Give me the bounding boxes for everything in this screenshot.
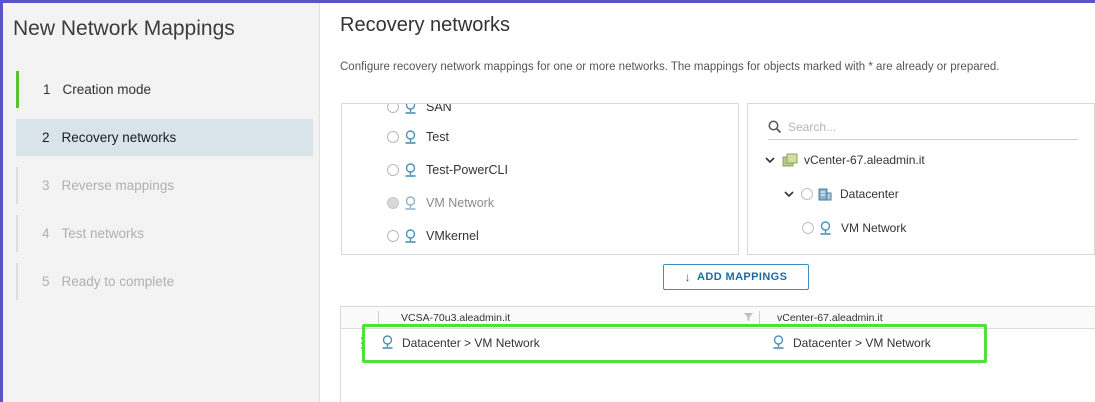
network-label: VM Network bbox=[426, 196, 495, 210]
source-network-list[interactable]: SAN Test Test-PowerCLI VM Network VMkern… bbox=[341, 103, 739, 255]
step-creation-mode[interactable]: 1 Creation mode bbox=[16, 71, 313, 108]
network-icon bbox=[405, 162, 416, 177]
network-label: Test-PowerCLI bbox=[426, 163, 508, 177]
column-separator bbox=[378, 311, 379, 325]
datacenter-label: Datacenter bbox=[840, 187, 899, 201]
arrow-down-icon: ↓ bbox=[684, 270, 692, 284]
step-label: Reverse mappings bbox=[61, 178, 175, 193]
step-number: 5 bbox=[42, 274, 50, 289]
main-content: Recovery networks Configure recovery net… bbox=[321, 3, 1095, 402]
step-label: Ready to complete bbox=[61, 274, 175, 289]
column-header-target[interactable]: vCenter-67.aleadmin.it bbox=[777, 312, 883, 324]
tree-node-vm-network[interactable]: VM Network bbox=[802, 218, 906, 238]
step-label: Creation mode bbox=[62, 82, 152, 97]
page-title: Recovery networks bbox=[340, 14, 511, 36]
network-icon bbox=[405, 228, 416, 243]
network-icon bbox=[405, 195, 416, 210]
step-label: Test networks bbox=[61, 226, 145, 241]
network-icon bbox=[820, 220, 831, 235]
step-recovery-networks[interactable]: 2 Recovery networks bbox=[16, 119, 313, 156]
column-header-source[interactable]: VCSA-70u3.aleadmin.it bbox=[401, 312, 510, 324]
wizard-sidebar: New Network Mappings 1 Creation mode 2 R… bbox=[3, 3, 320, 402]
network-label: SAN bbox=[426, 103, 452, 114]
cell-source-network: Datacenter > VM Network bbox=[381, 335, 540, 350]
vcenter-icon bbox=[782, 153, 798, 167]
network-label: VM Network bbox=[841, 221, 907, 235]
add-mappings-label: ADD MAPPINGS bbox=[697, 271, 788, 283]
step-number: 2 bbox=[42, 130, 50, 145]
network-icon bbox=[773, 335, 784, 349]
table-row[interactable]: Datacenter > VM Network Datacenter > VM … bbox=[341, 330, 1095, 356]
vcenter-label: vCenter-67.aleadmin.it bbox=[804, 153, 925, 167]
network-icon bbox=[382, 335, 393, 349]
network-option-vm-network[interactable]: VM Network bbox=[387, 193, 494, 213]
step-test-networks: 4 Test networks bbox=[16, 215, 313, 252]
step-number: 3 bbox=[42, 178, 50, 193]
radio-button[interactable] bbox=[801, 188, 813, 200]
network-icon bbox=[405, 129, 416, 144]
network-label: Test bbox=[426, 130, 449, 144]
step-label: Recovery networks bbox=[61, 130, 177, 145]
mapping-grid: VCSA-70u3.aleadmin.it vCenter-67.aleadmi… bbox=[340, 306, 1095, 402]
network-label: VMkernel bbox=[426, 229, 479, 243]
radio-button[interactable] bbox=[387, 164, 399, 176]
radio-button[interactable] bbox=[387, 131, 399, 143]
cell-target-network: Datacenter > VM Network bbox=[772, 335, 931, 350]
chevron-down-icon[interactable] bbox=[783, 188, 795, 200]
grid-header: VCSA-70u3.aleadmin.it vCenter-67.aleadmi… bbox=[341, 307, 1095, 329]
step-number: 1 bbox=[43, 82, 51, 97]
add-mappings-button[interactable]: ↓ ADD MAPPINGS bbox=[663, 264, 809, 290]
wizard-title: New Network Mappings bbox=[13, 17, 235, 40]
drag-handle-icon[interactable] bbox=[360, 336, 364, 350]
search-icon bbox=[768, 120, 782, 133]
search-input[interactable]: Search... bbox=[768, 114, 1078, 140]
radio-button[interactable] bbox=[387, 104, 399, 113]
filter-icon[interactable] bbox=[744, 312, 753, 321]
network-icon bbox=[405, 104, 416, 114]
target-network-tree: Search... vCenter-67.aleadmin.it Datacen… bbox=[747, 103, 1095, 255]
radio-button[interactable] bbox=[802, 222, 814, 234]
cell-text: Datacenter > VM Network bbox=[402, 335, 540, 350]
search-placeholder: Search... bbox=[788, 119, 837, 134]
page-description: Configure recovery network mappings for … bbox=[340, 61, 1000, 73]
radio-button[interactable] bbox=[387, 197, 399, 209]
tree-node-datacenter[interactable]: Datacenter bbox=[783, 184, 899, 204]
step-ready-to-complete: 5 Ready to complete bbox=[16, 263, 313, 300]
cell-text: Datacenter > VM Network bbox=[793, 335, 931, 350]
datacenter-icon bbox=[818, 188, 832, 201]
network-option-test[interactable]: Test bbox=[387, 127, 449, 147]
network-option-san[interactable]: SAN bbox=[387, 103, 452, 117]
step-reverse-mappings: 3 Reverse mappings bbox=[16, 167, 313, 204]
wizard-steps: 1 Creation mode 2 Recovery networks 3 Re… bbox=[16, 71, 313, 311]
network-option-vmkernel[interactable]: VMkernel bbox=[387, 226, 479, 246]
tree-node-vcenter[interactable]: vCenter-67.aleadmin.it bbox=[764, 150, 925, 170]
chevron-down-icon[interactable] bbox=[764, 154, 776, 166]
column-separator bbox=[759, 311, 760, 325]
network-option-test-powercli[interactable]: Test-PowerCLI bbox=[387, 160, 508, 180]
radio-button[interactable] bbox=[387, 230, 399, 242]
step-number: 4 bbox=[42, 226, 50, 241]
